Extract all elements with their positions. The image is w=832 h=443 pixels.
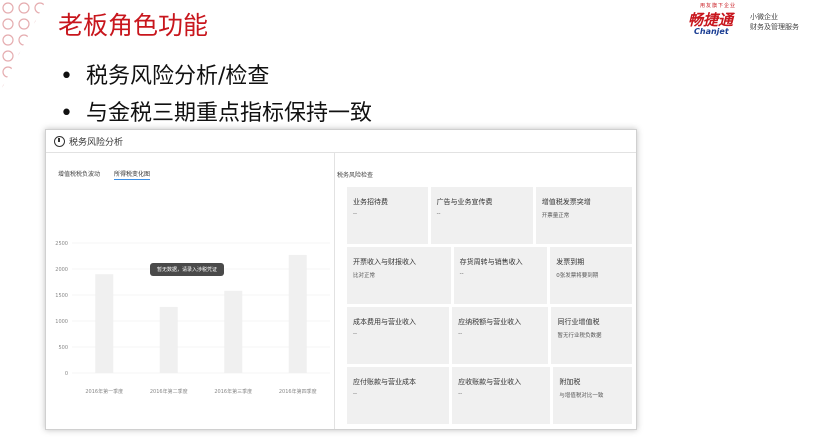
risk-card-label: 存货周转与销售收入 bbox=[459, 258, 523, 266]
risk-check-grid: 业务招待费 -- 广告与业务宣传费 -- 增值税发票突增 开票量正常开票收入与财报收入 比对… bbox=[347, 187, 633, 427]
risk-card[interactable]: 应付账款与营业成本 -- bbox=[347, 367, 450, 424]
bullet-item: • 税务风险分析/检查 bbox=[60, 58, 269, 90]
risk-card-value: -- bbox=[353, 211, 357, 217]
risk-card[interactable]: 增值税发票突增 开票量正常 bbox=[535, 187, 633, 244]
y-tick-label: 1500 bbox=[55, 293, 68, 299]
clock-icon bbox=[54, 135, 65, 147]
risk-card-value: -- bbox=[458, 331, 463, 337]
risk-card-label: 同行业增值税 bbox=[557, 318, 600, 326]
x-tick-label: 2016年第四季度 bbox=[279, 388, 317, 395]
risk-card[interactable]: 开票收入与财报收入 比对正常 bbox=[347, 247, 451, 304]
y-tick-label: 2000 bbox=[55, 267, 68, 273]
x-tick-label: 2016年第一季度 bbox=[85, 388, 123, 395]
risk-card[interactable]: 成本费用与营业收入 -- bbox=[347, 307, 450, 364]
y-tick-label: 500 bbox=[58, 345, 68, 351]
app-screenshot: 税务风险分析 增值税税负波动 所得税变化图 0 500 1000 1500 2000 25… bbox=[45, 129, 637, 430]
brand-logo: 用友旗下企业 畅捷通 Chanjet 小微企业 财务及管理服务 bbox=[686, 2, 806, 38]
risk-card[interactable]: 发票到期 0张发票将要到期 bbox=[550, 247, 632, 304]
risk-card-value: -- bbox=[436, 211, 441, 217]
brand-tagline: 用友旗下企业 bbox=[700, 3, 737, 9]
y-tick-label: 1000 bbox=[55, 319, 68, 325]
risk-card-label: 成本费用与营业收入 bbox=[353, 318, 416, 326]
brand-name-en: Chanjet bbox=[694, 27, 729, 36]
risk-card-label: 发票到期 bbox=[556, 258, 585, 266]
tab-vat-fluctuation[interactable]: 增值税税负波动 bbox=[58, 169, 100, 180]
bullet-text: 税务风险分析/检查 bbox=[86, 64, 270, 89]
risk-card[interactable]: 附加税与增值税对比一致 bbox=[553, 367, 632, 424]
risk-row: 应付账款与营业成本 -- 应收账款与营业收入 -- 附加税与增值税对比一致 bbox=[347, 367, 632, 424]
risk-card-label: 附加税 bbox=[559, 378, 581, 386]
risk-check-title: 税务风险检查 bbox=[337, 172, 374, 179]
corner-decoration bbox=[0, 0, 46, 92]
risk-card[interactable]: 应纳税额与营业收入 -- bbox=[452, 307, 549, 364]
bar bbox=[95, 274, 114, 373]
risk-card[interactable]: 存货周转与销售收入 -- bbox=[453, 247, 548, 304]
slide-title: 老板角色功能 bbox=[58, 11, 209, 40]
brand-slogan-line2: 财务及管理服务 bbox=[750, 23, 799, 31]
risk-card-value: -- bbox=[458, 391, 463, 397]
panel-header: 税务风险分析 bbox=[46, 130, 636, 153]
risk-card-label: 增值税发票突增 bbox=[541, 198, 591, 206]
risk-card-value: 开票量正常 bbox=[541, 213, 570, 219]
tab-income-tax-chart[interactable]: 所得税变化图 bbox=[114, 169, 151, 180]
y-tick-label: 0 bbox=[65, 371, 68, 377]
panel-title: 税务风险分析 bbox=[69, 137, 124, 148]
brand-slogan-line1: 小微企业 bbox=[750, 13, 778, 21]
x-tick-label: 2016年第三季度 bbox=[214, 388, 252, 395]
risk-card-value: -- bbox=[353, 391, 357, 397]
risk-card-label: 广告与业务宣传费 bbox=[436, 198, 493, 206]
risk-card-value: 暂无行业税负数据 bbox=[557, 333, 602, 339]
empty-data-tooltip: 暂无数据，请录入涉税凭证 bbox=[150, 263, 225, 276]
chart-panel: 增值税税负波动 所得税变化图 0 500 1000 1500 2000 2500 2016年… bbox=[46, 153, 334, 429]
risk-card-label: 应纳税额与营业收入 bbox=[458, 318, 522, 326]
risk-card-label: 应收账款与营业收入 bbox=[458, 378, 522, 386]
bullet-symbol: • bbox=[60, 64, 73, 89]
risk-row: 开票收入与财报收入 比对正常 存货周转与销售收入 -- 发票到期 0张发票将要到期 bbox=[347, 247, 632, 304]
bar bbox=[288, 254, 307, 373]
chart-tabs: 增值税税负波动 所得税变化图 bbox=[58, 169, 151, 180]
bar bbox=[159, 306, 178, 373]
risk-card[interactable]: 广告与业务宣传费 -- bbox=[430, 187, 533, 244]
risk-row: 成本费用与营业收入 -- 应纳税额与营业收入 -- 同行业增值税 暂无行业税负数据 bbox=[347, 307, 633, 364]
risk-card-value: 0张发票将要到期 bbox=[556, 273, 599, 279]
risk-card[interactable]: 业务招待费 -- bbox=[347, 187, 428, 244]
bullet-symbol: • bbox=[60, 101, 73, 126]
bullet-text: 与金税三期重点指标保持一致 bbox=[86, 101, 373, 126]
risk-card-value: -- bbox=[353, 331, 357, 337]
risk-card-value: 与增值税对比一致 bbox=[559, 393, 604, 399]
risk-check-panel: 税务风险检查 业务招待费 -- 广告与业务宣传费 -- 增值税发票突增 开票量正常开票收入… bbox=[335, 153, 636, 429]
risk-row: 业务招待费 -- 广告与业务宣传费 -- 增值税发票突增 开票量正常 bbox=[347, 187, 633, 244]
bar-chart: 0 500 1000 1500 2000 2500 2016年第一季度 2016年第二季度 20… bbox=[55, 241, 330, 395]
x-tick-label: 2016年第二季度 bbox=[150, 388, 188, 395]
risk-card-label: 开票收入与财报收入 bbox=[353, 258, 416, 266]
risk-card-value: -- bbox=[459, 271, 464, 277]
bar bbox=[224, 290, 243, 373]
risk-card[interactable]: 同行业增值税 暂无行业税负数据 bbox=[551, 307, 633, 364]
risk-card-value: 比对正常 bbox=[353, 273, 376, 279]
risk-card[interactable]: 应收账款与营业收入 -- bbox=[452, 367, 551, 424]
risk-card-label: 应付账款与营业成本 bbox=[353, 378, 416, 386]
risk-card-label: 业务招待费 bbox=[353, 198, 388, 206]
bullet-item: • 与金税三期重点指标保持一致 bbox=[60, 95, 372, 127]
y-tick-label: 2500 bbox=[55, 241, 68, 247]
